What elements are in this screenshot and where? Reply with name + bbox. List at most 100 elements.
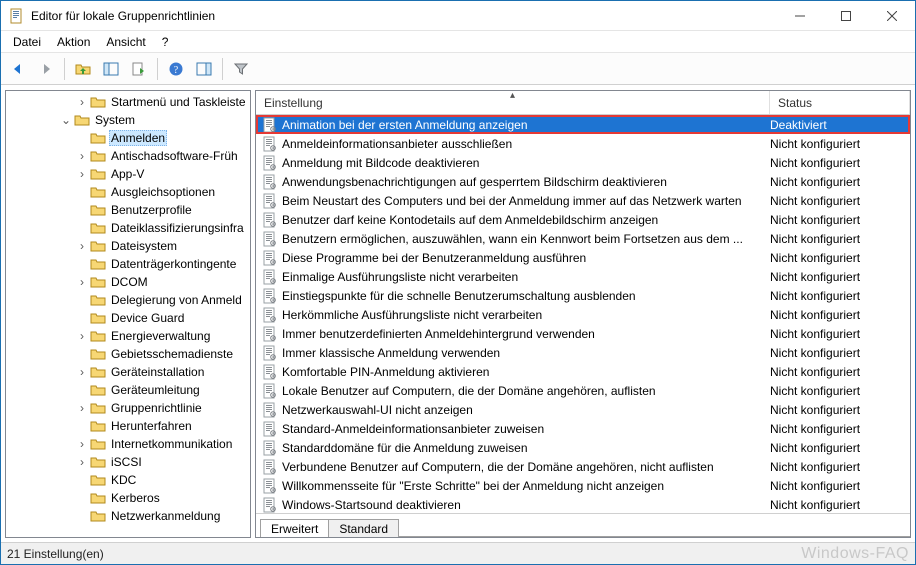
tree-item-label: System [93,113,137,127]
folder-icon [74,112,90,128]
back-button[interactable] [5,56,31,82]
tree-item[interactable]: Benutzerprofile [6,201,250,219]
expand-icon[interactable]: › [74,329,90,343]
collapse-icon[interactable]: ⌄ [58,113,74,127]
policy-row[interactable]: Verbundene Benutzer auf Computern, die d… [256,457,910,476]
policy-row[interactable]: Immer benutzerdefinierten Anmeldehinterg… [256,324,910,343]
tree-item[interactable]: Gebietsschemadienste [6,345,250,363]
tree-pane[interactable]: ›Startmenü und Taskleiste ⌄ System Anmelden… [5,90,251,538]
tree-item[interactable]: Dateiklassifizierungsinfra [6,219,250,237]
tree-item[interactable]: ›Internetkommunikation [6,435,250,453]
policy-row[interactable]: Lokale Benutzer auf Computern, die der D… [256,381,910,400]
policy-row[interactable]: Benutzer darf keine Kontodetails auf dem… [256,210,910,229]
tree-item-label: Dateiklassifizierungsinfra [109,221,246,235]
expand-icon[interactable]: › [74,437,90,451]
policy-name: Willkommensseite für "Erste Schritte" be… [282,479,770,493]
tree-item[interactable]: KDC [6,471,250,489]
tree-item[interactable]: › iSCSI [6,453,250,471]
tree-item[interactable]: Netzwerkanmeldung [6,507,250,525]
column-einstellung[interactable]: Einstellung ▴ [256,91,770,114]
policy-status: Nicht konfiguriert [770,365,910,379]
tree-item[interactable]: Geräteumleitung [6,381,250,399]
policy-row[interactable]: Standard-Anmeldeinformationsanbieter zuw… [256,419,910,438]
menu-aktion[interactable]: Aktion [49,33,98,51]
policy-row[interactable]: Anmeldeinformationsanbieter ausschließen… [256,134,910,153]
tree-item[interactable]: Device Guard [6,309,250,327]
policy-name: Standarddomäne für die Anmeldung zuweise… [282,441,770,455]
expand-icon[interactable]: › [74,365,90,379]
tree-item[interactable]: Anmelden [6,129,250,147]
tree-item[interactable]: ›Geräteinstallation [6,363,250,381]
help-button[interactable]: ? [163,56,189,82]
policy-row[interactable]: Beim Neustart des Computers und bei der … [256,191,910,210]
policy-row[interactable]: Windows-Startsound deaktivierenNicht kon… [256,495,910,513]
tree-item[interactable]: ⌄ System [6,111,250,129]
folder-icon [90,202,106,218]
expand-icon[interactable]: › [74,401,90,415]
show-hide-action-button[interactable] [191,56,217,82]
policy-row[interactable]: Diese Programme bei der Benutzeranmeldun… [256,248,910,267]
view-tabs: Erweitert Standard [256,513,910,537]
tab-standard[interactable]: Standard [328,519,399,538]
policy-row[interactable]: Immer klassische Anmeldung verwendenNich… [256,343,910,362]
window-buttons [777,1,915,30]
policy-row[interactable]: Herkömmliche Ausführungsliste nicht vera… [256,305,910,324]
tree-item[interactable]: Datenträgerkontingente [6,255,250,273]
policy-row[interactable]: Einmalige Ausführungsliste nicht verarbe… [256,267,910,286]
tree-item[interactable]: ›Startmenü und Taskleiste [6,93,250,111]
policy-row[interactable]: Animation bei der ersten Anmeldung anzei… [256,115,910,134]
menu-ansicht[interactable]: Ansicht [98,33,153,51]
policy-icon [262,497,278,513]
policy-row[interactable]: Standarddomäne für die Anmeldung zuweise… [256,438,910,457]
tab-erweitert[interactable]: Erweitert [260,519,329,538]
maximize-button[interactable] [823,1,869,30]
menu-datei[interactable]: Datei [5,33,49,51]
filter-button[interactable] [228,56,254,82]
toolbar: ? [1,53,915,85]
expand-icon[interactable]: › [74,149,90,163]
tree-item-label: Netzwerkanmeldung [109,509,222,523]
policy-icon [262,155,278,171]
expand-icon[interactable]: › [74,275,90,289]
policy-icon [262,288,278,304]
list-pane: Einstellung ▴ Status Animation bei der e… [255,90,911,538]
show-hide-tree-button[interactable] [98,56,124,82]
folder-icon [90,382,106,398]
policy-icon [262,326,278,342]
tree-item[interactable]: ›Energieverwaltung [6,327,250,345]
close-button[interactable] [869,1,915,30]
tree-item[interactable]: ›Gruppenrichtlinie [6,399,250,417]
tree-item[interactable]: ›DCOM [6,273,250,291]
expand-icon[interactable]: › [74,455,90,469]
minimize-button[interactable] [777,1,823,30]
expand-icon[interactable]: › [74,239,90,253]
policy-row[interactable]: Anmeldung mit Bildcode deaktivierenNicht… [256,153,910,172]
tree-item[interactable]: Kerberos [6,489,250,507]
policy-status: Deaktiviert [770,118,910,132]
tree-item[interactable]: Herunterfahren [6,417,250,435]
expand-icon[interactable]: › [74,167,90,181]
forward-button[interactable] [33,56,59,82]
tree-item[interactable]: Ausgleichsoptionen [6,183,250,201]
tree-item[interactable]: ›App-V [6,165,250,183]
policy-row[interactable]: Willkommensseite für "Erste Schritte" be… [256,476,910,495]
menu-help[interactable]: ? [154,33,177,51]
list-body[interactable]: Animation bei der ersten Anmeldung anzei… [256,115,910,513]
policy-row[interactable]: Anwendungsbenachrichtigungen auf gesperr… [256,172,910,191]
tree-item[interactable]: Delegierung von Anmeld [6,291,250,309]
policy-row[interactable]: Einstiegspunkte für die schnelle Benutze… [256,286,910,305]
expand-icon[interactable]: › [74,95,90,109]
tree-item-label: Geräteumleitung [109,383,202,397]
policy-row[interactable]: Benutzern ermöglichen, auszuwählen, wann… [256,229,910,248]
tree-item-label: iSCSI [109,455,144,469]
policy-name: Windows-Startsound deaktivieren [282,498,770,512]
policy-row[interactable]: Komfortable PIN-Anmeldung aktivierenNich… [256,362,910,381]
column-status[interactable]: Status [770,91,910,114]
tree-item[interactable]: ›Dateisystem [6,237,250,255]
tree-item[interactable]: ›Antischadsoftware-Früh [6,147,250,165]
up-button[interactable] [70,56,96,82]
folder-icon [90,364,106,380]
policy-row[interactable]: Netzwerkauswahl-UI nicht anzeigenNicht k… [256,400,910,419]
export-list-button[interactable] [126,56,152,82]
status-text: 21 Einstellung(en) [7,547,104,561]
